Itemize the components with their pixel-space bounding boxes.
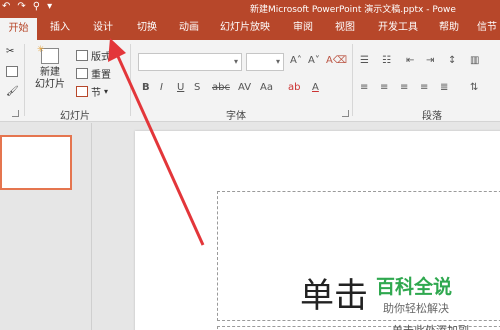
increase-indent-icon[interactable]: ⇥ xyxy=(426,55,434,66)
redo-icon[interactable]: ↷ xyxy=(17,1,25,12)
numbering-icon[interactable]: ☷ xyxy=(382,55,391,66)
watermark-sub: 助你轻松解决 xyxy=(383,302,449,315)
align-right-icon[interactable]: ≡ xyxy=(400,82,408,93)
copy-icon[interactable] xyxy=(6,66,18,77)
tab-design[interactable]: 设计 xyxy=(86,16,120,40)
group-separator xyxy=(352,44,353,116)
change-case-icon[interactable]: Aa xyxy=(260,82,273,93)
char-spacing-icon[interactable]: AV xyxy=(238,82,251,93)
tab-help[interactable]: 帮助 xyxy=(434,16,464,40)
shrink-font-icon[interactable]: A˅ xyxy=(308,55,320,66)
tab-home[interactable]: 开始 xyxy=(0,18,37,40)
clipboard-launcher-icon[interactable] xyxy=(12,110,19,117)
shadow-icon[interactable]: S xyxy=(194,82,200,93)
layout-label: 版式 xyxy=(91,52,111,63)
section-button[interactable]: 节 ▾ xyxy=(76,84,108,99)
strikethrough-icon[interactable]: abc xyxy=(212,82,230,93)
group-separator xyxy=(130,44,131,116)
window-title: 新建Microsoft PowerPoint 演示文稿.pptx - Powe xyxy=(250,5,456,15)
slide-thumbnail-1[interactable] xyxy=(0,135,72,190)
align-left-icon[interactable]: ≡ xyxy=(360,82,368,93)
chevron-down-icon: ▾ xyxy=(233,57,238,66)
new-slide-label-2: 幻灯片 xyxy=(35,79,65,90)
distributed-icon[interactable]: ≣ xyxy=(440,82,448,93)
highlight-icon[interactable]: ab xyxy=(288,82,300,93)
slide-title-text: 单击 xyxy=(300,276,368,316)
decrease-indent-icon[interactable]: ⇤ xyxy=(406,55,414,66)
columns-icon[interactable]: ▥ xyxy=(470,55,479,66)
new-slide-label-1: 新建 xyxy=(40,67,60,78)
customize-qat-icon[interactable]: ▾ xyxy=(47,1,52,12)
slide-thumbnail-pane xyxy=(0,123,92,330)
bold-icon[interactable]: B xyxy=(142,82,150,93)
reset-button[interactable]: 重置 xyxy=(76,66,111,81)
font-size-combo[interactable]: ▾ xyxy=(246,53,284,71)
tab-insert[interactable]: 插入 xyxy=(43,16,77,40)
font-launcher-icon[interactable] xyxy=(342,110,349,117)
new-slide-icon: ✳ xyxy=(37,45,59,64)
underline-icon[interactable]: U xyxy=(177,82,184,93)
tab-slideshow[interactable]: 幻灯片放映 xyxy=(215,16,275,40)
font-name-combo[interactable]: ▾ xyxy=(138,53,242,71)
tab-view[interactable]: 视图 xyxy=(330,16,360,40)
watermark: 百科全说 助你轻松解决 xyxy=(373,272,500,330)
justify-icon[interactable]: ≡ xyxy=(420,82,428,93)
new-slide-button[interactable]: ✳ 新建 幻灯片 xyxy=(30,45,70,91)
format-painter-icon[interactable]: 🖌 xyxy=(6,86,19,97)
section-icon xyxy=(76,86,88,97)
group-separator xyxy=(24,44,25,116)
chevron-down-icon: ▾ xyxy=(104,87,109,96)
section-label: 节 xyxy=(91,88,101,99)
tab-animations[interactable]: 动画 xyxy=(172,16,206,40)
font-group-label: 字体 xyxy=(226,111,246,122)
tab-tell-me[interactable]: 信节 xyxy=(474,16,500,40)
tab-review[interactable]: 审阅 xyxy=(288,16,318,40)
quick-access-toolbar: ↶ ↷ ⚲ ▾ xyxy=(2,1,52,12)
grow-font-icon[interactable]: A˄ xyxy=(290,55,302,66)
tab-developer[interactable]: 开发工具 xyxy=(372,16,424,40)
bullets-icon[interactable]: ☰ xyxy=(360,55,369,66)
chevron-down-icon: ▾ xyxy=(275,57,280,66)
ribbon-tabs: 开始 插入 设计 切换 动画 幻灯片放映 审阅 视图 开发工具 帮助 信节 xyxy=(0,16,500,40)
line-spacing-icon[interactable]: ↕ xyxy=(448,55,456,66)
ribbon: ✂ 🖌 ✳ 新建 幻灯片 版式 重置 节 ▾ 幻灯片 ▾ ▾ A˄ A˅ A⌫ … xyxy=(0,40,500,122)
tab-transitions[interactable]: 切换 xyxy=(130,16,164,40)
italic-icon[interactable]: I xyxy=(160,82,163,93)
slides-group-label: 幻灯片 xyxy=(60,111,90,122)
cut-icon[interactable]: ✂ xyxy=(6,46,14,57)
paragraph-group-label: 段落 xyxy=(422,111,442,122)
watermark-main: 百科全说 xyxy=(376,276,453,298)
text-direction-icon[interactable]: ⇅ xyxy=(470,82,478,93)
clear-format-icon[interactable]: A⌫ xyxy=(326,55,347,66)
touch-mode-icon[interactable]: ⚲ xyxy=(33,1,40,12)
layout-button[interactable]: 版式 xyxy=(76,48,111,63)
font-color-icon[interactable]: A xyxy=(312,82,319,93)
undo-icon[interactable]: ↶ xyxy=(2,1,10,12)
reset-icon xyxy=(76,68,88,79)
layout-icon xyxy=(76,50,88,61)
reset-label: 重置 xyxy=(91,70,111,81)
title-bar: ↶ ↷ ⚲ ▾ 新建Microsoft PowerPoint 演示文稿.pptx… xyxy=(0,0,500,16)
align-center-icon[interactable]: ≡ xyxy=(380,82,388,93)
